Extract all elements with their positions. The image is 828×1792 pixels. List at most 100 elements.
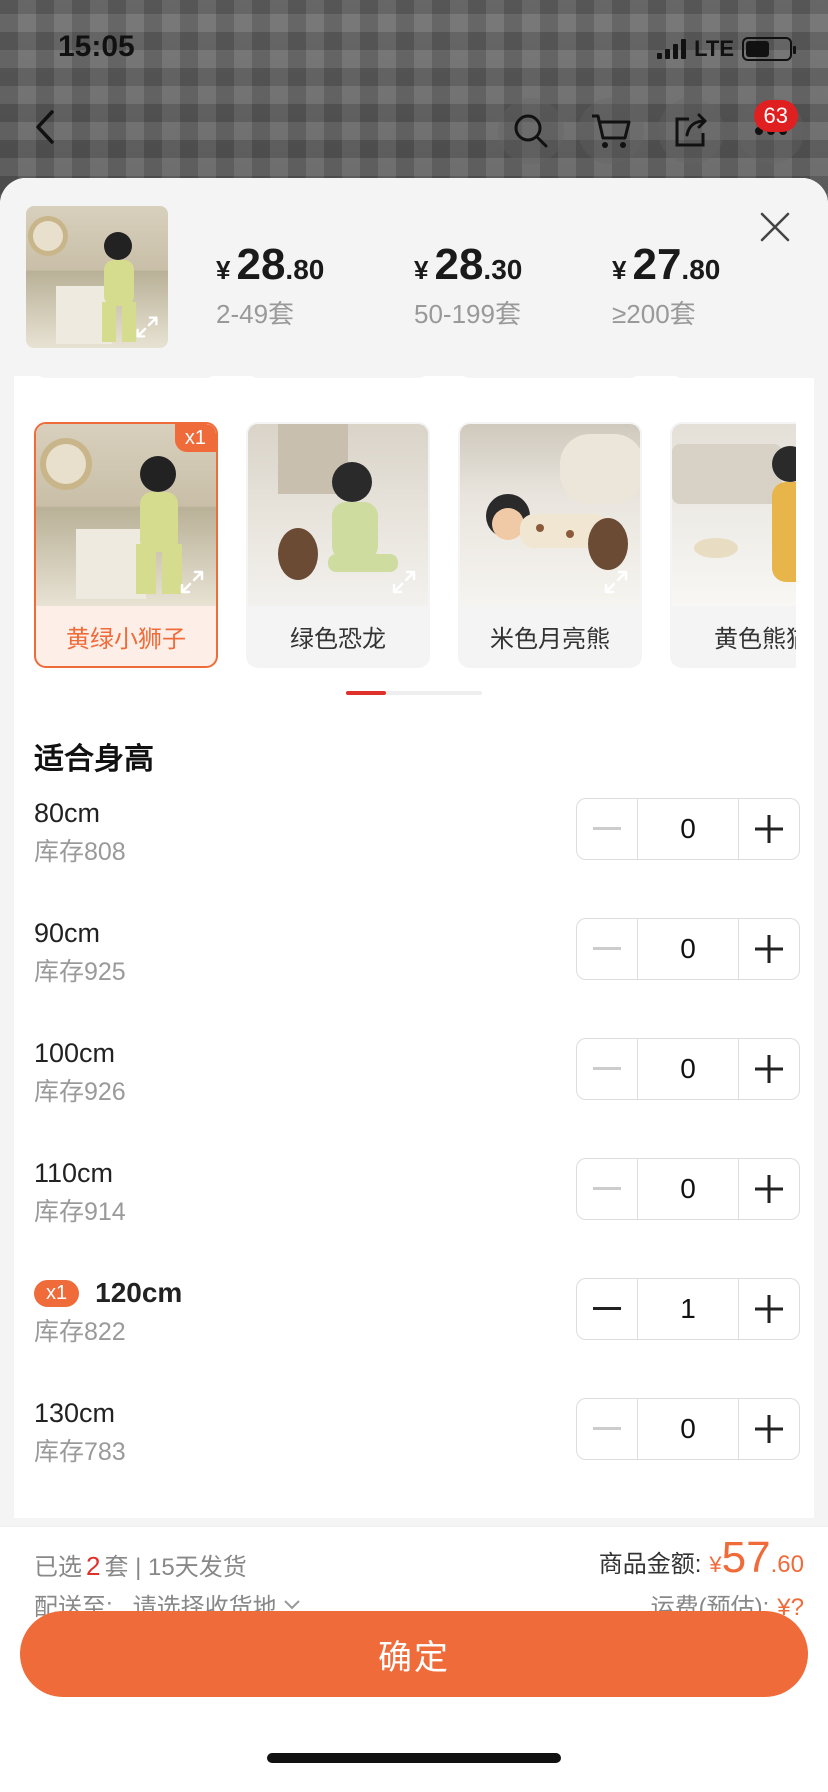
selected-count: 2: [86, 1551, 101, 1581]
price-tier: ¥28.30 50-199套: [414, 240, 522, 331]
price-int: 28: [236, 240, 286, 289]
variant-label: 黄色熊猫: [714, 625, 796, 653]
selected-suffix: 套 | 15天发货: [104, 1554, 247, 1581]
search-icon[interactable]: [498, 98, 564, 164]
sku-selector-sheet: 黄绿小狮子 x1 绿色恐龙 米色月亮熊 黄色熊 适合身高 80cm 库存808 …: [0, 178, 828, 1792]
size-row: 130cm 库存783 0: [34, 1396, 800, 1496]
variant-card[interactable]: 米色月亮熊: [458, 422, 642, 668]
quantity-stepper: 0: [576, 1038, 800, 1100]
plus-button[interactable]: [739, 1399, 799, 1459]
total-label: 商品金额:: [598, 1551, 702, 1578]
quantity-stepper: 1: [576, 1278, 800, 1340]
close-icon[interactable]: [758, 210, 792, 244]
variant-label: 绿色恐龙: [290, 625, 386, 653]
quantity-stepper: 0: [576, 798, 800, 860]
status-indicators: LTE: [657, 36, 796, 62]
size-row-selected: x1 120cm 库存822 1: [34, 1276, 800, 1376]
total-currency: ¥: [709, 1552, 722, 1577]
price-int: 28: [434, 240, 484, 289]
status-time: 15:05: [58, 30, 135, 63]
expand-icon[interactable]: [388, 566, 420, 598]
currency-symbol: ¥: [216, 255, 231, 285]
confirm-button[interactable]: 确定: [20, 1611, 808, 1697]
cart-count-badge: 63: [753, 100, 798, 132]
quantity-value[interactable]: 1: [637, 1279, 739, 1339]
expand-icon[interactable]: [600, 566, 632, 598]
variant-label: 黄绿小狮子: [66, 625, 186, 653]
plus-button[interactable]: [739, 919, 799, 979]
minus-button[interactable]: [577, 1039, 637, 1099]
size-value: 90cm: [34, 917, 101, 948]
quantity-value[interactable]: 0: [637, 1039, 739, 1099]
total-int: 57: [721, 1533, 771, 1582]
section-title: 适合身高: [34, 743, 154, 776]
quantity-value[interactable]: 0: [637, 1159, 739, 1219]
size-qty-badge: x1: [34, 1279, 80, 1307]
quantity-value[interactable]: 0: [637, 919, 739, 979]
expand-icon[interactable]: [176, 566, 208, 598]
battery-icon: [742, 37, 796, 61]
quantity-stepper: 0: [576, 1158, 800, 1220]
variant-scroll-indicator: [346, 691, 482, 695]
minus-button[interactable]: [577, 1159, 637, 1219]
plus-button[interactable]: [739, 799, 799, 859]
quantity-stepper: 0: [576, 1398, 800, 1460]
color-variant-list: 黄绿小狮子 x1 绿色恐龙 米色月亮熊 黄色熊: [34, 422, 796, 670]
size-row: 110cm 库存914 0: [34, 1156, 800, 1256]
plus-button[interactable]: [739, 1159, 799, 1219]
expand-icon[interactable]: [132, 312, 162, 342]
product-thumbnail[interactable]: [26, 206, 168, 348]
size-row: 90cm 库存925 0: [34, 916, 800, 1016]
minus-button[interactable]: [577, 1279, 637, 1339]
price-tier: ¥27.80 ≥200套: [612, 240, 720, 331]
home-indicator: [267, 1753, 561, 1763]
plus-button[interactable]: [739, 1279, 799, 1339]
minus-button[interactable]: [577, 799, 637, 859]
price-dec: .80: [285, 254, 325, 285]
size-value: 110cm: [34, 1157, 114, 1188]
total-dec: .60: [770, 1551, 804, 1578]
variant-qty-badge: x1: [174, 424, 216, 452]
price-dec: .30: [483, 254, 523, 285]
bottom-action-bar: 已选 2 套 | 15天发货 配送至: 请选择收货地 商品金额: ¥ 57 .60 …: [0, 1526, 828, 1792]
sheet-content: 黄绿小狮子 x1 绿色恐龙 米色月亮熊 黄色熊 适合身高 80cm 库存808 …: [14, 178, 814, 1518]
variant-image: [672, 424, 796, 606]
variant-image: [460, 424, 640, 606]
size-row: 100cm 库存926 0: [34, 1036, 800, 1136]
currency-symbol: ¥: [612, 255, 627, 285]
price-int: 27: [632, 240, 682, 289]
price-header: ¥28.80 2-49套 ¥28.30 50-199套 ¥27.80 ≥200套: [0, 178, 828, 376]
cart-icon[interactable]: [578, 98, 644, 164]
size-value: 120cm: [95, 1277, 183, 1308]
quantity-value[interactable]: 0: [637, 1399, 739, 1459]
price-tier: ¥28.80 2-49套: [216, 240, 324, 331]
currency-symbol: ¥: [414, 255, 429, 285]
size-row: 80cm 库存808 0: [34, 796, 800, 896]
minus-button[interactable]: [577, 919, 637, 979]
network-type: LTE: [694, 36, 734, 61]
quantity-stepper: 0: [576, 918, 800, 980]
variant-label: 米色月亮熊: [490, 625, 610, 653]
chevron-down-icon: [283, 1599, 300, 1609]
goods-total: 商品金额: ¥ 57 .60: [599, 1533, 804, 1583]
quantity-value[interactable]: 0: [637, 799, 739, 859]
size-value: 100cm: [34, 1037, 116, 1068]
back-icon[interactable]: [24, 104, 70, 150]
variant-card[interactable]: 黄绿小狮子 x1: [34, 422, 218, 668]
screen: 15:05 LTE 63 黄绿小狮子 x1 绿色恐龙 米色月亮熊 黄色熊 适合身…: [0, 0, 828, 1792]
selected-prefix: 已选: [34, 1554, 82, 1581]
price-range: 50-199套: [414, 299, 521, 329]
variant-card[interactable]: 绿色恐龙: [246, 422, 430, 668]
selection-summary: 已选 2 套 | 15天发货: [34, 1547, 247, 1582]
signal-icon: [657, 39, 687, 59]
variant-image: [248, 424, 428, 606]
size-value: 130cm: [34, 1397, 116, 1428]
share-icon[interactable]: [658, 98, 724, 164]
price-range: ≥200套: [612, 299, 696, 329]
plus-button[interactable]: [739, 1039, 799, 1099]
minus-button[interactable]: [577, 1399, 637, 1459]
variant-card[interactable]: 黄色熊猫: [670, 422, 796, 668]
size-value: 80cm: [34, 797, 101, 828]
price-range: 2-49套: [216, 299, 295, 329]
price-dec: .80: [681, 254, 721, 285]
